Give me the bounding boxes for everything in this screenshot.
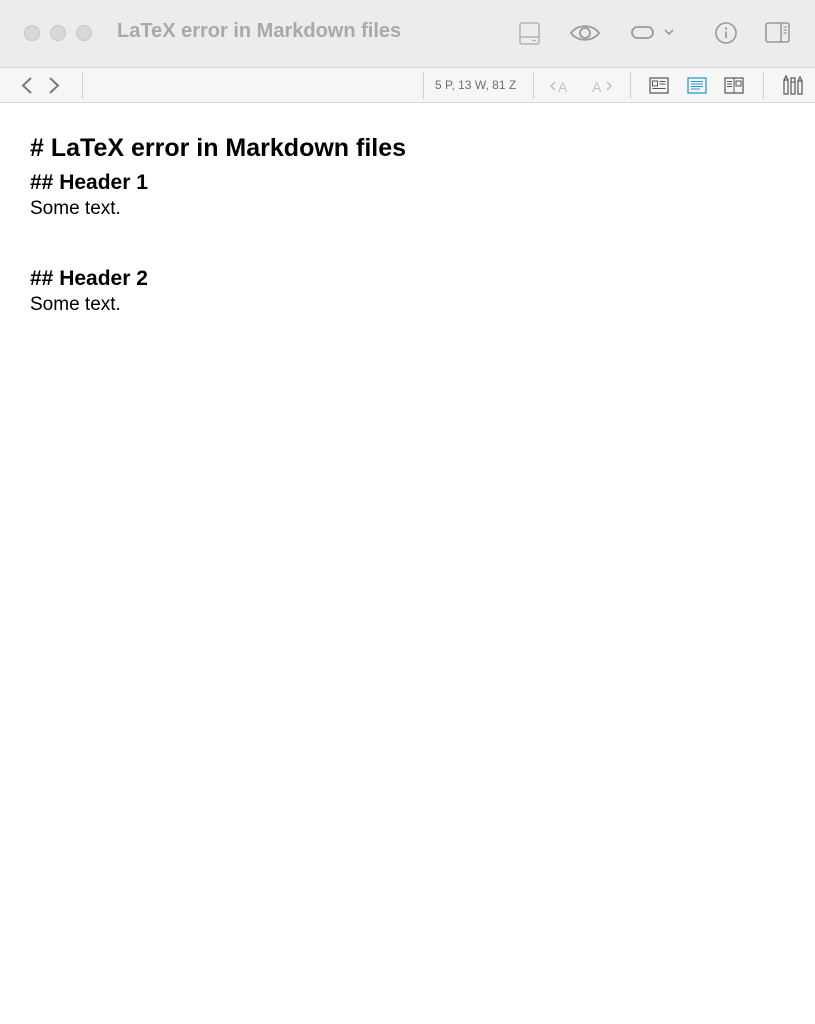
document-title-heading: # LaTeX error in Markdown files: [30, 134, 407, 162]
forward-chevron-icon[interactable]: [47, 76, 61, 95]
paragraph-text: Some text.: [30, 294, 121, 315]
empty-line: [30, 222, 795, 266]
title-bar: LaTeX error in Markdown files: [0, 0, 815, 68]
layout-text-icon[interactable]: [687, 77, 707, 94]
paragraph-text: Some text.: [30, 198, 121, 219]
word-count-stats: 5 P, 13 W, 81 Z: [435, 78, 517, 92]
toolbar-divider: [423, 72, 424, 99]
zoom-window-button[interactable]: [76, 25, 92, 41]
section-heading: ## Header 2: [30, 267, 148, 290]
markdown-editor[interactable]: # LaTeX error in Markdown files ## Heade…: [30, 132, 795, 318]
window-title: LaTeX error in Markdown files: [117, 20, 402, 42]
writing-tools-icon[interactable]: [782, 75, 804, 96]
toolbar-divider: [630, 72, 631, 99]
increase-font-size-icon[interactable]: A: [589, 77, 615, 95]
close-window-button[interactable]: [24, 25, 40, 41]
info-icon[interactable]: [714, 21, 738, 45]
svg-text:A: A: [592, 79, 602, 95]
preview-eye-icon[interactable]: [569, 22, 601, 44]
minimize-window-button[interactable]: [50, 25, 66, 41]
decrease-font-size-icon[interactable]: A: [549, 77, 575, 95]
toolbar-divider: [82, 72, 83, 99]
back-chevron-icon[interactable]: [20, 76, 34, 95]
editor-toolbar: 5 P, 13 W, 81 Z A A: [0, 68, 815, 103]
svg-text:A: A: [558, 79, 568, 95]
sidebar-bottom-icon[interactable]: [519, 22, 541, 45]
sidebar-right-icon[interactable]: [765, 22, 791, 44]
tag-icon[interactable]: [630, 25, 678, 41]
layout-split-icon[interactable]: [724, 77, 744, 94]
section-heading: ## Header 1: [30, 171, 148, 194]
toolbar-divider: [763, 72, 764, 99]
layout-preview-icon[interactable]: [649, 77, 669, 94]
toolbar-divider: [533, 72, 534, 99]
